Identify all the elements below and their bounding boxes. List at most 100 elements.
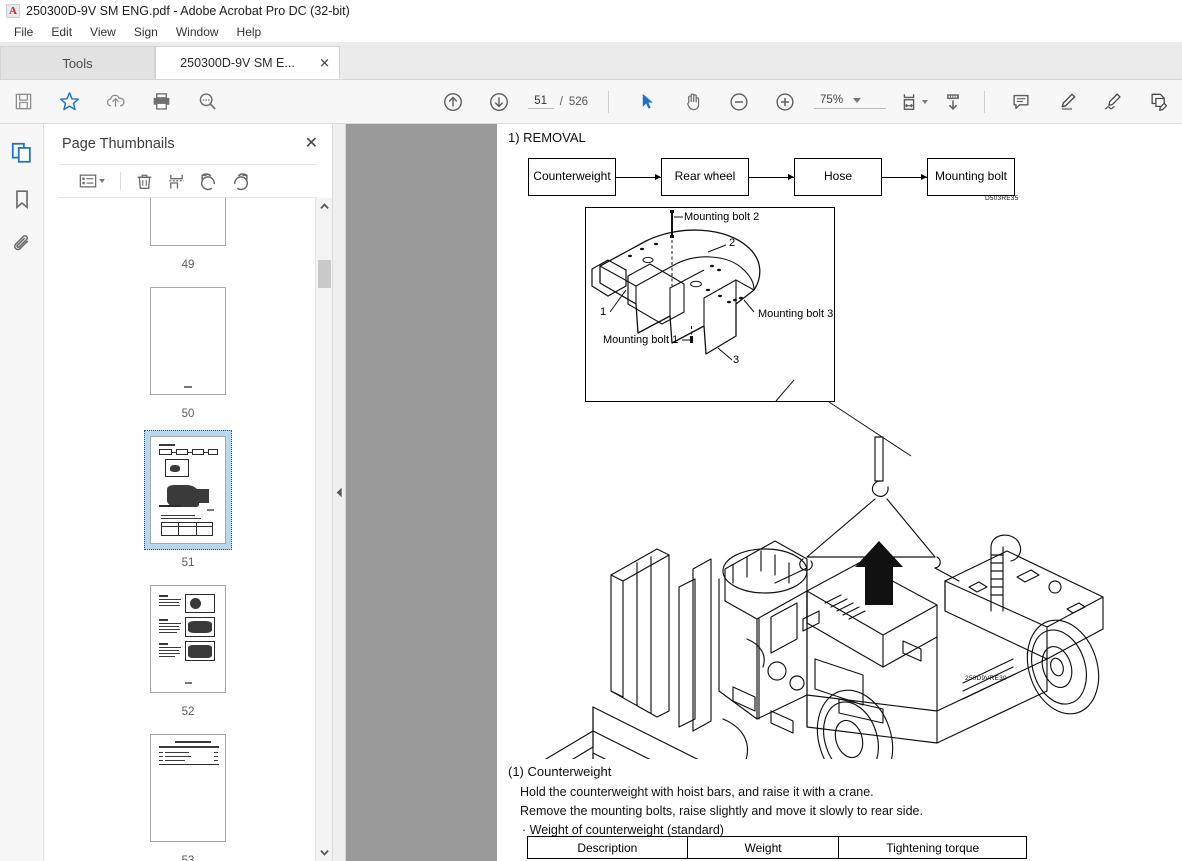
thumbnails-scroll-area[interactable]: 49 50 51 52 53 (44, 198, 332, 861)
document-viewport[interactable]: 1) REMOVAL Counterweight Rear wheel Hose… (346, 124, 1182, 861)
navigation-rail (0, 124, 44, 861)
figure-code-top: D503RE35 (985, 195, 1019, 202)
extract-pages-icon[interactable] (161, 167, 191, 195)
flow-step-rear-wheel: Rear wheel (661, 158, 749, 196)
thumbnails-panel-header: Page Thumbnails ✕ (44, 124, 332, 164)
title-bar: 250300D-9V SM ENG.pdf - Adobe Acrobat Pr… (0, 0, 1182, 21)
close-tab-icon[interactable]: ✕ (319, 56, 330, 69)
flow-step-counterweight: Counterweight (528, 158, 616, 196)
page-thumbnails-icon[interactable] (7, 138, 37, 168)
instruction-line-1: Hold the counterweight with hoist bars, … (520, 785, 874, 799)
page-heading: 1) REMOVAL (508, 130, 586, 145)
scroll-up-arrow-icon[interactable] (316, 198, 333, 215)
thumbnails-toolbar-divider (120, 172, 121, 190)
scroll-mode-icon[interactable] (930, 80, 976, 124)
arrow-up-circle-icon[interactable] (430, 80, 476, 124)
menu-window[interactable]: Window (167, 23, 228, 41)
callout-1: 1 (600, 306, 607, 318)
scrollbar-thumb[interactable] (318, 260, 331, 288)
highlight-icon[interactable] (1044, 80, 1090, 124)
tab-strip: Tools 250300D-9V SM E... ✕ (0, 42, 1182, 80)
sign-icon[interactable] (1090, 80, 1136, 124)
attachments-icon[interactable] (7, 230, 37, 260)
thumbnail-item[interactable]: 53 (144, 722, 232, 861)
pdf-page: 1) REMOVAL Counterweight Rear wheel Hose… (497, 124, 1182, 861)
callout-2: 2 (729, 237, 736, 249)
rotate-right-icon[interactable] (225, 167, 255, 195)
save-file-icon[interactable] (0, 80, 46, 124)
cloud-upload-icon[interactable] (92, 80, 138, 124)
menu-bar: File Edit View Sign Window Help (0, 21, 1182, 42)
star-icon[interactable] (46, 80, 92, 124)
thumbnail-page-preview (150, 585, 226, 693)
thumbnail-item[interactable]: 50 (144, 275, 232, 424)
thumbnail-page-number: 53 (181, 855, 195, 861)
comment-icon[interactable] (998, 80, 1044, 124)
collapse-sidebar-handle[interactable] (333, 124, 346, 861)
chevron-down-icon (99, 179, 105, 183)
page-number-control: 51 / 526 (527, 95, 588, 109)
fit-tool-group (896, 80, 976, 124)
flow-step-hose: Hose (794, 158, 882, 196)
page-nav-group: 51 / 526 (430, 80, 588, 124)
current-page-input[interactable]: 51 (527, 95, 554, 109)
menu-edit[interactable]: Edit (42, 23, 81, 41)
page-separator: / (559, 95, 563, 108)
tab-document[interactable]: 250300D-9V SM E... ✕ (155, 46, 340, 79)
thumbnail-page-number: 52 (181, 706, 195, 718)
thumbnail-list: 49 50 51 52 53 (44, 198, 332, 861)
thumbnail-page-preview (150, 734, 226, 842)
view-tool-group: 75% (624, 80, 887, 124)
rotate-left-icon[interactable] (193, 167, 223, 195)
scroll-down-arrow-icon[interactable] (316, 844, 333, 861)
bookmarks-icon[interactable] (7, 184, 37, 214)
thumbnails-panel-title: Page Thumbnails (62, 136, 175, 152)
menu-view[interactable]: View (81, 23, 125, 41)
flow-step-mounting-bolt-label: Mounting bolt (934, 169, 1008, 184)
arrow-down-circle-icon[interactable] (476, 80, 522, 124)
close-panel-icon[interactable]: ✕ (305, 136, 318, 152)
thumbnail-page-preview (150, 287, 226, 395)
zoom-level-dropdown[interactable]: 75% (814, 94, 887, 109)
thumbnails-toolbar (58, 164, 318, 198)
select-cursor-icon[interactable] (624, 80, 670, 124)
tab-tools[interactable]: Tools (0, 46, 155, 79)
zoom-level-value: 75% (820, 94, 844, 106)
flow-arrow (749, 173, 794, 180)
menu-sign[interactable]: Sign (125, 23, 167, 41)
menu-help[interactable]: Help (228, 23, 271, 41)
thumbnail-item-selected[interactable]: 51 (144, 424, 232, 573)
thumbnail-item[interactable]: 52 (144, 573, 232, 722)
tab-document-label: 250300D-9V SM E... (180, 55, 295, 70)
label-mounting-bolt-2: Mounting bolt 2 (684, 211, 760, 223)
search-icon[interactable] (184, 80, 230, 124)
instruction-line-2: Remove the mounting bolts, raise slightl… (520, 804, 923, 818)
hand-icon[interactable] (670, 80, 716, 124)
delete-pages-icon[interactable] (129, 167, 159, 195)
zoom-in-icon[interactable] (762, 80, 808, 124)
table-header-description: Description (527, 836, 688, 859)
toolbar-divider-2 (984, 90, 985, 113)
workspace: Page Thumbnails ✕ 49 50 51 52 53 1) REMO… (0, 124, 1182, 861)
thumbnail-page-preview (150, 436, 226, 544)
toolbar-divider-1 (608, 90, 610, 113)
table-header-tightening-torque: Tightening torque (838, 836, 1027, 859)
fit-width-icon[interactable] (896, 80, 930, 124)
flow-arrow (616, 173, 661, 180)
acrobat-logo-icon (6, 3, 20, 18)
flow-arrow (882, 173, 927, 180)
tab-tools-label: Tools (62, 55, 93, 71)
thumbnail-item[interactable]: 49 (144, 198, 232, 275)
thumbnail-page-number: 51 (181, 557, 195, 569)
chevron-down-icon (853, 97, 862, 103)
section-title: (1) Counterweight (508, 764, 612, 779)
edit-pdf-icon[interactable] (1136, 80, 1182, 124)
menu-file[interactable]: File (5, 23, 42, 41)
thumbnails-scrollbar[interactable] (315, 198, 332, 861)
page-options-icon[interactable] (72, 167, 112, 195)
acrobat-window: 250300D-9V SM ENG.pdf - Adobe Acrobat Pr… (0, 0, 1182, 861)
table-header-weight: Weight (686, 836, 840, 859)
counterweight-spec-table: Description Weight Tightening torque (527, 836, 1027, 859)
zoom-out-icon[interactable] (716, 80, 762, 124)
print-icon[interactable] (138, 80, 184, 124)
